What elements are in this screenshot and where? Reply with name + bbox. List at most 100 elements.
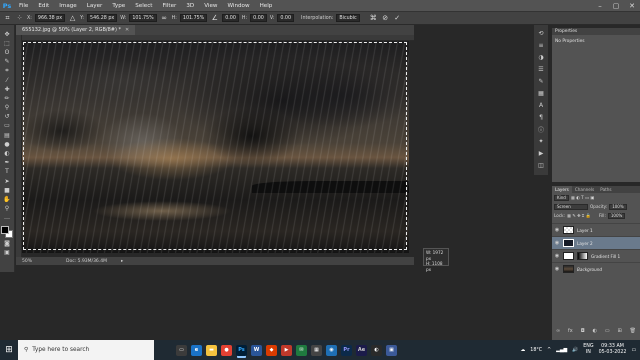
brush-panel-icon[interactable]: ✎ — [537, 77, 546, 86]
status-menu-arrow-icon[interactable]: ▸ — [121, 259, 123, 264]
clone-stamp-tool-icon[interactable]: ⚲ — [3, 104, 12, 112]
link-icon[interactable]: ∞ — [160, 14, 169, 23]
tab-channels[interactable]: Channels — [572, 186, 597, 193]
filter-icons[interactable]: ▦ ◐ T ▭ ▣ — [571, 195, 594, 200]
menu-view[interactable]: View — [199, 3, 222, 9]
crop-tool-icon[interactable]: ⌗ — [3, 67, 12, 75]
history-panel-icon[interactable]: ⟲ — [537, 29, 546, 38]
layer-row[interactable]: ◉ Gradient Fill 1 — [552, 249, 640, 262]
premiere-icon[interactable]: Pr — [341, 344, 352, 356]
app-icon-dark[interactable]: ◐ — [371, 344, 382, 356]
edge-icon[interactable]: e — [191, 344, 202, 356]
lock-icons[interactable]: ▦ ✎ ✥ ⌗ 🔒 — [567, 213, 591, 219]
layer-name[interactable]: Background — [577, 267, 602, 272]
tab-layers[interactable]: Layers — [552, 186, 572, 193]
v-skew-field[interactable]: 0.00 — [277, 14, 295, 22]
properties-panel-icon[interactable]: ≡ — [537, 41, 546, 50]
cancel-transform-icon[interactable]: ⊘ — [381, 14, 390, 23]
zoom-tool-icon[interactable]: ⚲ — [3, 205, 12, 213]
layer-row[interactable]: ◉ Layer 1 — [552, 223, 640, 236]
hand-tool-icon[interactable]: ✋ — [3, 195, 12, 203]
app-icon-red[interactable]: ◆ — [266, 344, 277, 356]
minimize-icon[interactable]: – — [592, 0, 608, 11]
notifications-icon[interactable]: ▭ — [631, 348, 636, 353]
screen-mode-icon[interactable]: ▣ — [3, 248, 12, 256]
layer-row[interactable]: ◉ Background — [552, 262, 640, 275]
network-icon[interactable]: ▂▄▆ — [556, 348, 567, 353]
libraries-panel-icon[interactable]: ☰ — [537, 65, 546, 74]
new-adjustment-icon[interactable]: ◐ — [593, 328, 597, 336]
menu-image[interactable]: Image — [54, 3, 82, 9]
visibility-eye-icon[interactable]: ◉ — [554, 227, 560, 233]
layer-row[interactable]: ◉ Layer 2 — [552, 236, 640, 249]
h-skew-field[interactable]: 0.00 — [250, 14, 267, 22]
commit-transform-icon[interactable]: ✓ — [393, 14, 402, 23]
menu-window[interactable]: Window — [223, 3, 255, 9]
shape-tool-icon[interactable]: ■ — [3, 186, 12, 194]
app-icon-media[interactable]: ▶ — [281, 344, 292, 356]
tray-arrow-icon[interactable]: ^ — [547, 348, 551, 353]
add-mask-icon[interactable]: ◘ — [581, 328, 585, 336]
layer-name[interactable]: Layer 1 — [577, 228, 593, 233]
document-image[interactable] — [22, 41, 409, 253]
app-icon-green[interactable]: ✉ — [296, 344, 307, 356]
menu-type[interactable]: Type — [107, 3, 130, 9]
more-tools-icon[interactable]: … — [3, 214, 12, 222]
height-field[interactable]: 101.75% — [179, 14, 208, 22]
delete-layer-icon[interactable]: 🗑 — [630, 328, 636, 336]
fill-field[interactable]: 100% — [607, 212, 626, 219]
marquee-tool-icon[interactable]: ⬚ — [3, 39, 12, 47]
visibility-eye-icon[interactable]: ◉ — [554, 240, 560, 246]
menu-layer[interactable]: Layer — [82, 3, 108, 9]
brush-tool-icon[interactable]: ✏ — [3, 94, 12, 102]
canvas-area[interactable] — [22, 41, 414, 257]
opacity-field[interactable]: 100% — [609, 203, 627, 210]
input-language[interactable]: ENG IN — [583, 344, 593, 356]
close-tab-icon[interactable]: ✕ — [125, 27, 129, 33]
new-layer-icon[interactable]: ⊞ — [618, 328, 622, 336]
transform-bounding-box[interactable] — [23, 42, 407, 250]
layer-name[interactable]: Gradient Fill 1 — [591, 254, 620, 259]
foreground-color-swatch[interactable] — [1, 225, 9, 234]
layer-name[interactable]: Layer 2 — [577, 241, 593, 246]
x-field[interactable]: 966.38 px — [34, 14, 66, 22]
app-icon-extra[interactable]: ▣ — [386, 344, 397, 356]
maximize-icon[interactable]: ▢ — [608, 0, 624, 11]
app-icon-blue[interactable]: ◉ — [326, 344, 337, 356]
healing-tool-icon[interactable]: ✚ — [3, 85, 12, 93]
close-icon[interactable]: ✕ — [624, 0, 640, 11]
menu-select[interactable]: Select — [130, 3, 157, 9]
menu-file[interactable]: File — [14, 3, 33, 9]
chrome-icon[interactable]: ● — [221, 344, 232, 356]
photoshop-taskbar-icon[interactable]: Ps — [236, 344, 247, 356]
paragraph-panel-icon[interactable]: ¶ — [537, 113, 546, 122]
visibility-eye-icon[interactable]: ◉ — [554, 253, 560, 259]
zoom-level[interactable]: 50% — [22, 259, 32, 264]
taskbar-search[interactable]: ⚲ Type here to search — [18, 340, 154, 360]
after-effects-icon[interactable]: Ae — [356, 344, 367, 356]
dodge-tool-icon[interactable]: ◐ — [3, 149, 12, 157]
weather-temp[interactable]: 18°C — [530, 348, 542, 353]
windows-start-icon[interactable]: ⊞ — [0, 340, 18, 360]
file-explorer-icon[interactable]: ▬ — [206, 344, 217, 356]
interpolation-select[interactable]: Bicubic — [336, 14, 360, 22]
character-panel-icon[interactable]: A — [537, 101, 546, 110]
new-group-icon[interactable]: ▭ — [605, 328, 610, 336]
weather-icon[interactable]: ☁ — [520, 348, 525, 353]
menu-3d[interactable]: 3D — [181, 3, 199, 9]
channels-panel-icon[interactable]: ◫ — [537, 161, 546, 170]
angle-field[interactable]: 0.00 — [222, 14, 239, 22]
menu-edit[interactable]: Edit — [33, 3, 54, 9]
adjustments-panel-icon[interactable]: ◑ — [537, 53, 546, 62]
swatches-panel-icon[interactable]: ▦ — [537, 89, 546, 98]
gradient-tool-icon[interactable]: ▤ — [3, 131, 12, 139]
width-field[interactable]: 101.75% — [129, 14, 157, 22]
tab-paths[interactable]: Paths — [597, 186, 614, 193]
lasso-tool-icon[interactable]: ʘ — [3, 48, 12, 56]
layer-kind-filter[interactable]: Kind — [554, 194, 569, 201]
type-tool-icon[interactable]: T — [3, 168, 12, 176]
quick-select-tool-icon[interactable]: ✎ — [3, 58, 12, 66]
layer-style-icon[interactable]: fx — [568, 328, 573, 336]
y-field[interactable]: 546.28 px — [87, 14, 118, 22]
eyedropper-tool-icon[interactable]: ⁄ — [3, 76, 12, 84]
